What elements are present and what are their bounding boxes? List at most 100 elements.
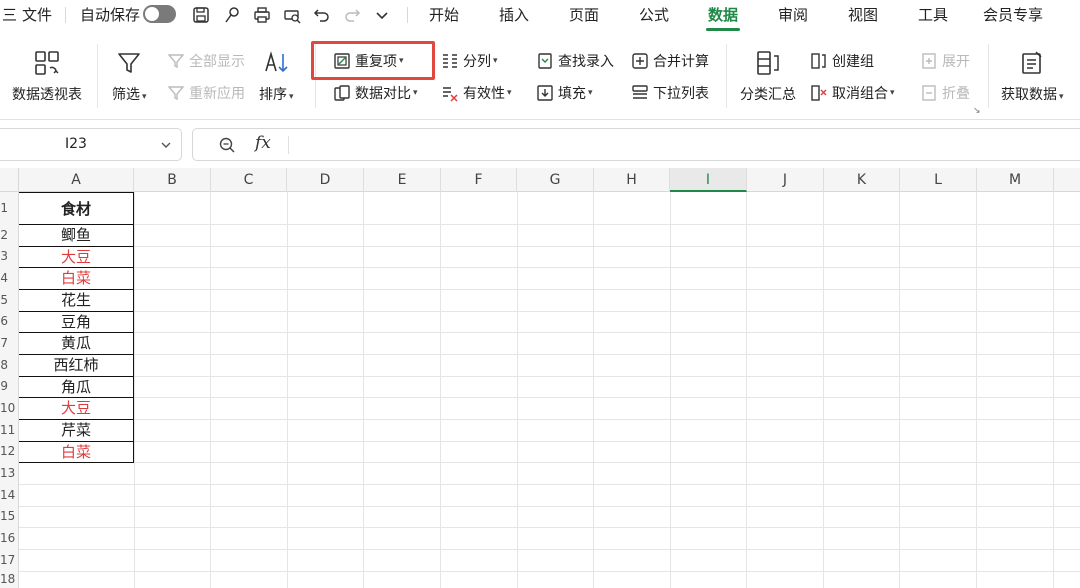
row-header-13[interactable]: 13 bbox=[0, 462, 18, 484]
merge-calculation-label: 合并计算 bbox=[653, 54, 709, 70]
row-header-2[interactable]: 2 bbox=[0, 224, 18, 246]
quick-access-more-icon[interactable] bbox=[372, 5, 392, 25]
tab-data[interactable]: 数据 bbox=[705, 4, 741, 31]
ribbon-divider bbox=[988, 44, 989, 108]
row-header-5[interactable]: 5 bbox=[0, 289, 18, 311]
cell-a9[interactable]: 角瓜 bbox=[19, 377, 134, 398]
cell-a8[interactable]: 西红柿 bbox=[19, 355, 134, 377]
tab-review[interactable]: 审阅 bbox=[778, 4, 808, 25]
cell-a6[interactable]: 豆角 bbox=[19, 312, 134, 333]
grid-line bbox=[517, 192, 518, 588]
column-header-e[interactable]: E bbox=[364, 168, 441, 192]
file-menu[interactable]: 文件 bbox=[22, 4, 52, 25]
print-icon[interactable] bbox=[252, 5, 272, 25]
name-box-value: I23 bbox=[65, 136, 87, 152]
formula-input[interactable]: fx bbox=[192, 128, 1080, 161]
row-header-3[interactable]: 3 bbox=[0, 246, 18, 267]
get-data-button[interactable]: 获取数据 ▾ bbox=[1001, 48, 1064, 104]
column-header-f[interactable]: F bbox=[441, 168, 517, 192]
column-header-k[interactable]: K bbox=[824, 168, 900, 192]
column-header-m[interactable]: M bbox=[977, 168, 1054, 192]
row-header-10[interactable]: 10 bbox=[0, 397, 18, 419]
row-header-15[interactable]: 15 bbox=[0, 506, 18, 527]
cell-a10[interactable]: 大豆 bbox=[19, 398, 134, 420]
row-header-14[interactable]: 14 bbox=[0, 484, 18, 506]
share-icon[interactable] bbox=[222, 5, 242, 25]
lookup-entry-button[interactable]: 查找录入 bbox=[535, 51, 614, 71]
grid-line bbox=[823, 192, 824, 588]
insert-function-icon[interactable]: fx bbox=[255, 133, 271, 153]
tab-tools[interactable]: 工具 bbox=[918, 4, 948, 25]
get-data-chevron-down-icon: ▾ bbox=[1059, 92, 1064, 102]
column-header-b[interactable]: B bbox=[134, 168, 211, 192]
row-header-8[interactable]: 8 bbox=[0, 354, 18, 376]
row-header-16[interactable]: 16 bbox=[0, 527, 18, 549]
create-group-button[interactable]: 创建组 bbox=[809, 51, 874, 71]
column-header-l[interactable]: L bbox=[900, 168, 977, 192]
autosave-toggle[interactable] bbox=[143, 5, 176, 23]
chevron-down-icon[interactable] bbox=[159, 137, 173, 156]
cell-a11[interactable]: 芹菜 bbox=[19, 420, 134, 442]
hamburger-menu-icon[interactable]: 三 bbox=[2, 4, 17, 25]
fill-label: 填充 bbox=[558, 86, 586, 102]
cell-a3[interactable]: 大豆 bbox=[19, 247, 134, 268]
pivot-table-button[interactable]: 数据透视表 bbox=[12, 48, 82, 104]
select-all-corner[interactable] bbox=[0, 168, 19, 192]
split-column-button[interactable]: 分列 ▾ bbox=[440, 51, 498, 71]
tab-page[interactable]: 页面 bbox=[569, 4, 599, 25]
filter-button[interactable]: 筛选 ▾ bbox=[112, 48, 147, 104]
row-header-12[interactable]: 12 bbox=[0, 441, 18, 462]
sort-button[interactable]: 排序 ▾ bbox=[259, 48, 294, 104]
cell-a2[interactable]: 鲫鱼 bbox=[19, 225, 134, 247]
tab-home[interactable]: 开始 bbox=[429, 4, 459, 25]
validity-button[interactable]: 有效性 ▾ bbox=[440, 83, 512, 103]
tab-view[interactable]: 视图 bbox=[848, 4, 878, 25]
row-header-1[interactable]: 1 bbox=[0, 192, 18, 224]
cell-a5[interactable]: 花生 bbox=[19, 290, 134, 312]
sheet-grid[interactable] bbox=[19, 192, 1080, 588]
column-header-d[interactable]: D bbox=[287, 168, 364, 192]
row-header-18[interactable]: 18 bbox=[0, 571, 18, 588]
tab-member[interactable]: 会员专享 bbox=[983, 4, 1043, 25]
collapse-button[interactable]: 折叠 bbox=[919, 83, 970, 103]
dropdown-list-icon bbox=[630, 83, 650, 103]
tab-formula[interactable]: 公式 bbox=[639, 4, 669, 25]
undo-icon[interactable] bbox=[312, 5, 332, 25]
column-header-i[interactable]: I bbox=[670, 168, 747, 192]
print-preview-icon[interactable] bbox=[282, 5, 302, 25]
merge-calculation-button[interactable]: 合并计算 bbox=[630, 51, 709, 71]
row-header-6[interactable]: 6 bbox=[0, 311, 18, 332]
expand-button[interactable]: 展开 bbox=[919, 51, 970, 71]
data-compare-button[interactable]: 数据对比 ▾ bbox=[332, 83, 418, 103]
row-header-9[interactable]: 9 bbox=[0, 376, 18, 397]
column-header-h[interactable]: H bbox=[594, 168, 670, 192]
save-icon[interactable] bbox=[191, 5, 211, 25]
row-header-17[interactable]: 17 bbox=[0, 549, 18, 571]
zoom-search-icon[interactable] bbox=[218, 136, 236, 158]
row-header-11[interactable]: 11 bbox=[0, 419, 18, 441]
group-settings-launcher-icon[interactable]: ↘ bbox=[973, 106, 981, 116]
row-header-7[interactable]: 7 bbox=[0, 332, 18, 354]
subtotal-button[interactable]: 分类汇总 bbox=[740, 48, 796, 104]
formula-divider bbox=[288, 136, 289, 154]
cell-a12[interactable]: 白菜 bbox=[19, 442, 134, 463]
show-all-button[interactable]: 全部显示 bbox=[166, 51, 245, 71]
fill-button[interactable]: 填充 ▾ bbox=[535, 83, 593, 103]
reapply-button[interactable]: 重新应用 bbox=[166, 83, 245, 103]
redo-icon[interactable] bbox=[342, 5, 362, 25]
column-header-j[interactable]: J bbox=[747, 168, 824, 192]
subtotal-icon bbox=[753, 48, 783, 78]
column-header-a[interactable]: A bbox=[19, 168, 134, 192]
tab-insert[interactable]: 插入 bbox=[499, 4, 529, 25]
cell-a1-header[interactable]: 食材 bbox=[19, 192, 134, 225]
row-header-4[interactable]: 4 bbox=[0, 267, 18, 289]
collapse-label: 折叠 bbox=[942, 86, 970, 102]
column-header-g[interactable]: G bbox=[517, 168, 594, 192]
ungroup-button[interactable]: 取消组合 ▾ bbox=[809, 83, 895, 103]
cell-a4[interactable]: 白菜 bbox=[19, 268, 134, 290]
dropdown-list-button[interactable]: 下拉列表 bbox=[630, 83, 709, 103]
column-header-c[interactable]: C bbox=[211, 168, 287, 192]
cell-a7[interactable]: 黄瓜 bbox=[19, 333, 134, 355]
name-box[interactable]: I23 bbox=[0, 128, 182, 161]
get-data-label: 获取数据 bbox=[1001, 87, 1057, 103]
